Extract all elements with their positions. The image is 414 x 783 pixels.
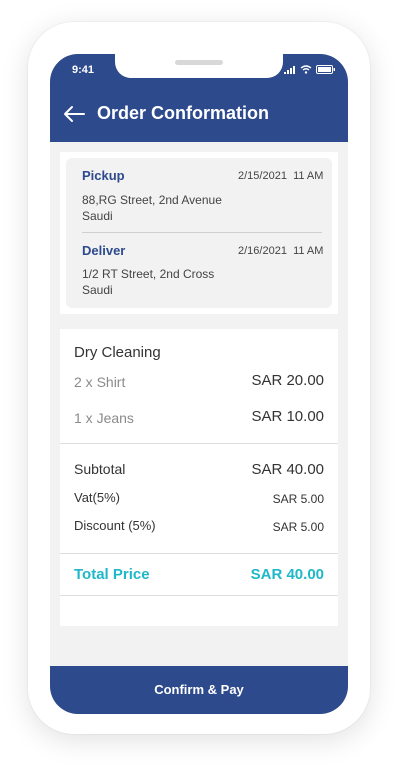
speaker (175, 60, 223, 65)
subtotal-value: SAR 40.00 (251, 461, 324, 478)
section-divider (60, 553, 338, 554)
page-title: Order Conformation (97, 103, 270, 123)
deliver-label: Deliver (82, 243, 126, 258)
status-icons (284, 65, 336, 74)
category-title: Dry Cleaning (74, 344, 161, 361)
pickup-date-value: 2/15/2021 (238, 170, 287, 182)
pickup-address: 88,RG Street, 2nd Avenue Saudi (82, 192, 222, 224)
order-summary-card: Dry Cleaning 2 x Shirt SAR 20.00 1 x Jea… (60, 329, 338, 626)
signal-icon (284, 65, 295, 74)
total-value: SAR 40.00 (250, 566, 324, 583)
item-price: SAR 10.00 (251, 408, 324, 425)
item-name: 2 x Shirt (74, 374, 126, 390)
battery-icon (316, 65, 335, 74)
total-label: Total Price (74, 566, 150, 583)
subtotal-label: Subtotal (74, 461, 126, 477)
discount-label: Discount (5%) (74, 518, 156, 533)
app-header: 9:41 Order Conformation (50, 54, 348, 142)
deliver-address: 1/2 RT Street, 2nd Cross Saudi (82, 266, 214, 298)
deliver-date: 2/16/2021 11 AM (238, 245, 323, 257)
card-divider (82, 232, 322, 233)
pickup-address-line1: 88,RG Street, 2nd Avenue (82, 193, 222, 207)
pickup-time-value: 11 AM (293, 170, 324, 182)
back-arrow-icon[interactable] (62, 104, 86, 124)
confirm-pay-label: Confirm & Pay (154, 682, 244, 697)
section-divider (60, 443, 338, 444)
discount-value: SAR 5.00 (272, 520, 324, 534)
item-price: SAR 20.00 (251, 372, 324, 389)
phone-screen: 9:41 Order Conformation Pickup 2/15/2021… (50, 54, 348, 714)
deliver-address-line2: Saudi (82, 283, 113, 297)
confirm-pay-button[interactable]: Confirm & Pay (50, 666, 348, 714)
vat-label: Vat(5%) (74, 490, 120, 505)
section-divider (60, 595, 338, 596)
vat-value: SAR 5.00 (272, 492, 324, 506)
pickup-label: Pickup (82, 168, 125, 183)
notch (115, 54, 283, 78)
deliver-date-value: 2/16/2021 (238, 245, 287, 257)
deliver-time-value: 11 AM (293, 245, 324, 257)
item-name: 1 x Jeans (74, 410, 134, 426)
pickup-address-line2: Saudi (82, 209, 113, 223)
wifi-icon (300, 65, 312, 74)
pickup-date: 2/15/2021 11 AM (238, 170, 323, 182)
pickup-deliver-panel: Pickup 2/15/2021 11 AM 88,RG Street, 2nd… (66, 158, 332, 308)
status-time: 9:41 (72, 64, 95, 76)
pickup-deliver-card: Pickup 2/15/2021 11 AM 88,RG Street, 2nd… (60, 152, 338, 314)
deliver-address-line1: 1/2 RT Street, 2nd Cross (82, 267, 215, 281)
